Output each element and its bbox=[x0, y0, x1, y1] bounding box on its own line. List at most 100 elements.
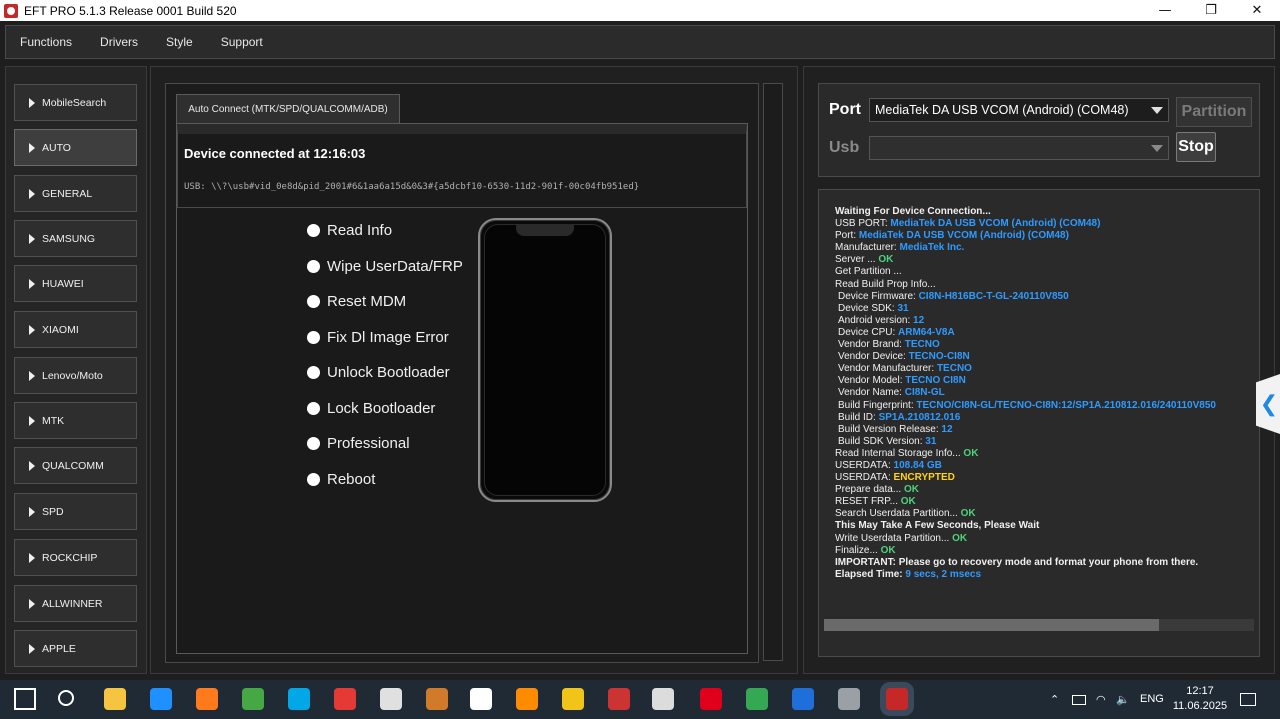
sidebar-item-auto[interactable]: AUTO bbox=[14, 129, 137, 166]
sidebar-item-spd[interactable]: SPD bbox=[14, 493, 137, 530]
title-bar: EFT PRO 5.1.3 Release 0001 Build 520 — ❐… bbox=[0, 0, 1280, 21]
volume-icon[interactable]: 🔈 bbox=[1116, 693, 1130, 706]
log-segment: SP1A.210812.016 bbox=[878, 411, 961, 423]
option-label: Professional bbox=[327, 435, 410, 452]
log-segment: Read Build Prop Info... bbox=[835, 278, 936, 290]
menu-style[interactable]: Style bbox=[152, 35, 207, 49]
sidebar-item-label: Lenovo/Moto bbox=[42, 369, 103, 382]
log-segment: OK bbox=[960, 508, 976, 520]
sidebar-item-label: HUAWEI bbox=[42, 277, 84, 290]
usb-path: USB: \\?\usb#vid_0e8d&pid_2001#6&1aa6a15… bbox=[184, 182, 640, 192]
close-button[interactable]: ✕ bbox=[1234, 0, 1280, 21]
play-arrow-icon bbox=[29, 324, 35, 335]
taskbar-network-tool-icon[interactable] bbox=[838, 688, 860, 710]
log-segment: Build SDK Version: bbox=[838, 435, 926, 447]
option-professional[interactable]: Professional bbox=[307, 435, 410, 452]
sidebar-item-general[interactable]: GENERAL bbox=[14, 175, 137, 212]
tab-auto-connect[interactable]: Auto Connect (MTK/SPD/QUALCOMM/ADB) bbox=[176, 94, 400, 123]
side-panel-handle[interactable]: ❮ bbox=[1256, 374, 1280, 434]
taskbar-chrome-icon[interactable] bbox=[334, 688, 356, 710]
center-scrollbar[interactable] bbox=[763, 83, 783, 661]
minimize-button[interactable]: — bbox=[1142, 0, 1188, 21]
stop-button[interactable]: Stop bbox=[1176, 132, 1216, 162]
sidebar-item-label: QUALCOMM bbox=[42, 459, 104, 472]
menu-bar: Functions Drivers Style Support bbox=[5, 25, 1275, 59]
taskbar-vlc-icon[interactable] bbox=[516, 688, 538, 710]
menu-support[interactable]: Support bbox=[207, 35, 277, 49]
sidebar-item-label: AUTO bbox=[42, 141, 71, 154]
taskbar-eft-pro-icon[interactable] bbox=[886, 688, 908, 710]
port-dropdown[interactable]: MediaTek DA USB VCOM (Android) (COM48) bbox=[869, 98, 1169, 122]
taskbar-chrome-2-icon[interactable] bbox=[746, 688, 768, 710]
play-arrow-icon bbox=[29, 506, 35, 517]
taskbar-archive-icon[interactable] bbox=[562, 688, 584, 710]
sidebar-item-rockchip[interactable]: ROCKCHIP bbox=[14, 539, 137, 576]
sidebar-item-huawei[interactable]: HUAWEI bbox=[14, 265, 137, 302]
taskbar-settings-tool-icon[interactable] bbox=[608, 688, 630, 710]
option-read-info[interactable]: Read Info bbox=[307, 222, 392, 239]
log-segment: USB PORT: bbox=[835, 218, 891, 230]
option-reset-mdm[interactable]: Reset MDM bbox=[307, 293, 406, 310]
sidebar-item-label: ALLWINNER bbox=[42, 597, 103, 610]
log-segment: This May Take A Few Seconds, Please Wait bbox=[835, 520, 1040, 532]
taskbar-utorrent-icon[interactable] bbox=[242, 688, 264, 710]
taskbar-file-explorer-icon[interactable] bbox=[104, 688, 126, 710]
option-label: Reset MDM bbox=[327, 293, 407, 310]
taskbar-windows-start-icon[interactable] bbox=[14, 688, 36, 710]
taskbar-skype-icon[interactable] bbox=[288, 688, 310, 710]
sidebar-item-mtk[interactable]: MTK bbox=[14, 402, 137, 439]
wifi-icon[interactable]: ◠ bbox=[1096, 693, 1106, 706]
log-segment: Prepare data... bbox=[835, 484, 904, 496]
clock[interactable]: 12:17 11.06.2025 bbox=[1172, 684, 1228, 714]
language-indicator[interactable]: ENG bbox=[1140, 693, 1164, 705]
log-segment: Search Userdata Partition... bbox=[835, 508, 961, 520]
play-arrow-icon bbox=[29, 370, 35, 381]
taskbar-calculator-icon[interactable] bbox=[652, 688, 674, 710]
radio-icon bbox=[307, 295, 320, 308]
sidebar-item-apple[interactable]: APPLE bbox=[14, 630, 137, 667]
option-fix-dl-image-error[interactable]: Fix Dl Image Error bbox=[307, 329, 449, 346]
usb-dropdown[interactable] bbox=[869, 136, 1169, 160]
log-segment: Build Fingerprint: bbox=[838, 399, 917, 411]
option-label: Unlock Bootloader bbox=[327, 364, 450, 381]
sidebar-item-mobilesearch[interactable]: MobileSearch bbox=[14, 84, 137, 121]
sidebar-item-label: ROCKCHIP bbox=[42, 551, 98, 564]
play-arrow-icon bbox=[29, 643, 35, 654]
progress-fill bbox=[824, 619, 1160, 631]
sidebar-item-allwinner[interactable]: ALLWINNER bbox=[14, 585, 137, 622]
log-segment: Vendor Manufacturer: bbox=[838, 363, 937, 375]
option-wipe-userdata-frp[interactable]: Wipe UserData/FRP bbox=[307, 258, 463, 275]
log-line: Device SDK: 31 bbox=[835, 303, 1255, 315]
taskbar-search-icon[interactable] bbox=[58, 690, 74, 706]
option-lock-bootloader[interactable]: Lock Bootloader bbox=[307, 400, 435, 417]
menu-functions[interactable]: Functions bbox=[6, 35, 86, 49]
taskbar-teamviewer-icon[interactable] bbox=[792, 688, 814, 710]
log-segment: MediaTek DA USB VCOM (Android) (COM48) bbox=[858, 230, 1069, 242]
play-arrow-icon bbox=[29, 598, 35, 609]
log-line: IMPORTANT: Please go to recovery mode an… bbox=[835, 557, 1255, 569]
maximize-button[interactable]: ❐ bbox=[1188, 0, 1234, 21]
notification-icon[interactable] bbox=[1240, 693, 1256, 706]
option-reboot[interactable]: Reboot bbox=[307, 471, 375, 488]
sidebar-item-lenovo-moto[interactable]: Lenovo/Moto bbox=[14, 357, 137, 394]
play-arrow-icon bbox=[29, 552, 35, 563]
log-line: Waiting For Device Connection... bbox=[835, 206, 1255, 218]
taskbar-camera-icon[interactable] bbox=[380, 688, 402, 710]
sidebar-item-label: XIAOMI bbox=[42, 323, 79, 336]
battery-icon[interactable] bbox=[1072, 695, 1086, 705]
taskbar-opera-icon[interactable] bbox=[700, 688, 722, 710]
taskbar-firefox-icon[interactable] bbox=[196, 688, 218, 710]
taskbar-media-player-icon[interactable] bbox=[470, 688, 492, 710]
chevron-up-icon[interactable]: ⌃ bbox=[1050, 693, 1059, 706]
taskbar-edge-icon[interactable] bbox=[150, 688, 172, 710]
taskbar-gimp-icon[interactable] bbox=[426, 688, 448, 710]
sidebar-item-qualcomm[interactable]: QUALCOMM bbox=[14, 447, 137, 484]
sidebar-item-samsung[interactable]: SAMSUNG bbox=[14, 220, 137, 257]
sidebar-item-xiaomi[interactable]: XIAOMI bbox=[14, 311, 137, 348]
partition-button[interactable]: Partition bbox=[1176, 97, 1252, 127]
log-segment: Vendor Name: bbox=[838, 387, 905, 399]
menu-drivers[interactable]: Drivers bbox=[86, 35, 152, 49]
option-unlock-bootloader[interactable]: Unlock Bootloader bbox=[307, 364, 450, 381]
tab-panel: Device connected at 12:16:03 USB: \\?\us… bbox=[176, 123, 748, 654]
clock-date: 11.06.2025 bbox=[1172, 700, 1228, 712]
